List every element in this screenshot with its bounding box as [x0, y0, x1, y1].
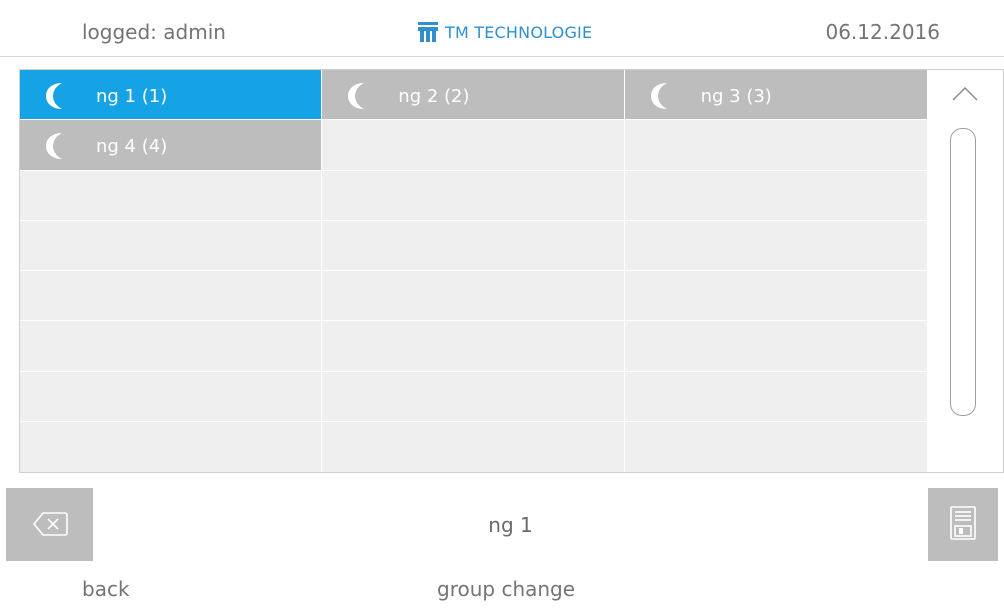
grid-row	[20, 321, 927, 372]
empty-grid-cell[interactable]	[624, 321, 927, 371]
grid-row	[20, 170, 927, 221]
moon-icon	[348, 83, 365, 109]
empty-grid-cell[interactable]	[322, 170, 625, 220]
group-change-button[interactable]: group change	[437, 577, 575, 601]
moon-icon	[46, 83, 62, 109]
empty-grid-cell[interactable]	[20, 170, 323, 220]
empty-grid-cell[interactable]	[322, 321, 625, 371]
empty-grid-cell[interactable]	[322, 120, 625, 170]
group-tile[interactable]: ng 4 (4)	[20, 120, 323, 170]
chevron-up-icon[interactable]	[951, 84, 979, 102]
scroll-track[interactable]	[950, 128, 976, 416]
group-tile[interactable]: ng 1 (1)	[20, 70, 323, 120]
empty-grid-cell[interactable]	[624, 170, 927, 220]
group-tile-label: ng 1 (1)	[96, 86, 168, 107]
empty-grid-cell[interactable]	[322, 271, 625, 321]
current-date: 06.12.2016	[825, 20, 940, 44]
group-tile[interactable]: ng 3 (3)	[624, 70, 927, 120]
scrollbar[interactable]	[927, 70, 1003, 472]
empty-grid-cell[interactable]	[624, 371, 927, 421]
save-button[interactable]	[928, 488, 998, 561]
empty-grid-cell[interactable]	[322, 220, 625, 270]
group-tile[interactable]: ng 2 (2)	[322, 70, 625, 120]
moon-icon	[46, 133, 62, 160]
group-tile-label: ng 4 (4)	[96, 136, 168, 158]
logged-user-label: logged: admin	[82, 20, 226, 44]
empty-grid-cell[interactable]	[20, 321, 323, 371]
empty-grid-cell[interactable]	[20, 271, 323, 321]
group-grid-panel: ng 1 (1) ng 2 (2) ng 3 (3) ng 4 (4)	[19, 69, 1004, 473]
grid-row	[20, 371, 927, 422]
empty-grid-cell[interactable]	[624, 421, 927, 472]
name-input-bar: ng 1	[6, 488, 998, 561]
group-grid: ng 1 (1) ng 2 (2) ng 3 (3) ng 4 (4)	[20, 70, 927, 472]
empty-grid-cell[interactable]	[624, 220, 927, 270]
empty-grid-cell[interactable]	[20, 371, 323, 421]
group-name-input[interactable]: ng 1	[93, 488, 928, 561]
back-button[interactable]: back	[82, 577, 130, 601]
empty-grid-cell[interactable]	[322, 421, 625, 472]
empty-grid-cell[interactable]	[322, 371, 625, 421]
group-tile-label: ng 2 (2)	[398, 86, 470, 107]
empty-grid-cell[interactable]	[20, 421, 323, 472]
grid-row	[20, 421, 927, 472]
tm-logo-icon	[418, 22, 438, 42]
grid-row: ng 1 (1) ng 2 (2) ng 3 (3)	[20, 70, 927, 121]
moon-icon	[650, 83, 667, 109]
grid-row	[20, 220, 927, 271]
empty-grid-cell[interactable]	[624, 271, 927, 321]
backspace-icon	[32, 512, 68, 536]
clear-button[interactable]	[6, 488, 93, 561]
empty-grid-cell[interactable]	[20, 220, 323, 270]
brand-name: TM TECHNOLOGIE	[445, 22, 593, 42]
grid-row: ng 4 (4)	[20, 120, 927, 171]
header-bar: logged: admin TM TECHNOLOGIE 06.12.2016	[0, 0, 1004, 57]
group-tile-label: ng 3 (3)	[700, 86, 772, 107]
footer-bar: back group change	[0, 562, 1004, 610]
brand-logo: TM TECHNOLOGIE	[417, 20, 592, 44]
save-icon	[950, 506, 976, 540]
grid-row	[20, 271, 927, 322]
empty-grid-cell[interactable]	[624, 120, 927, 170]
